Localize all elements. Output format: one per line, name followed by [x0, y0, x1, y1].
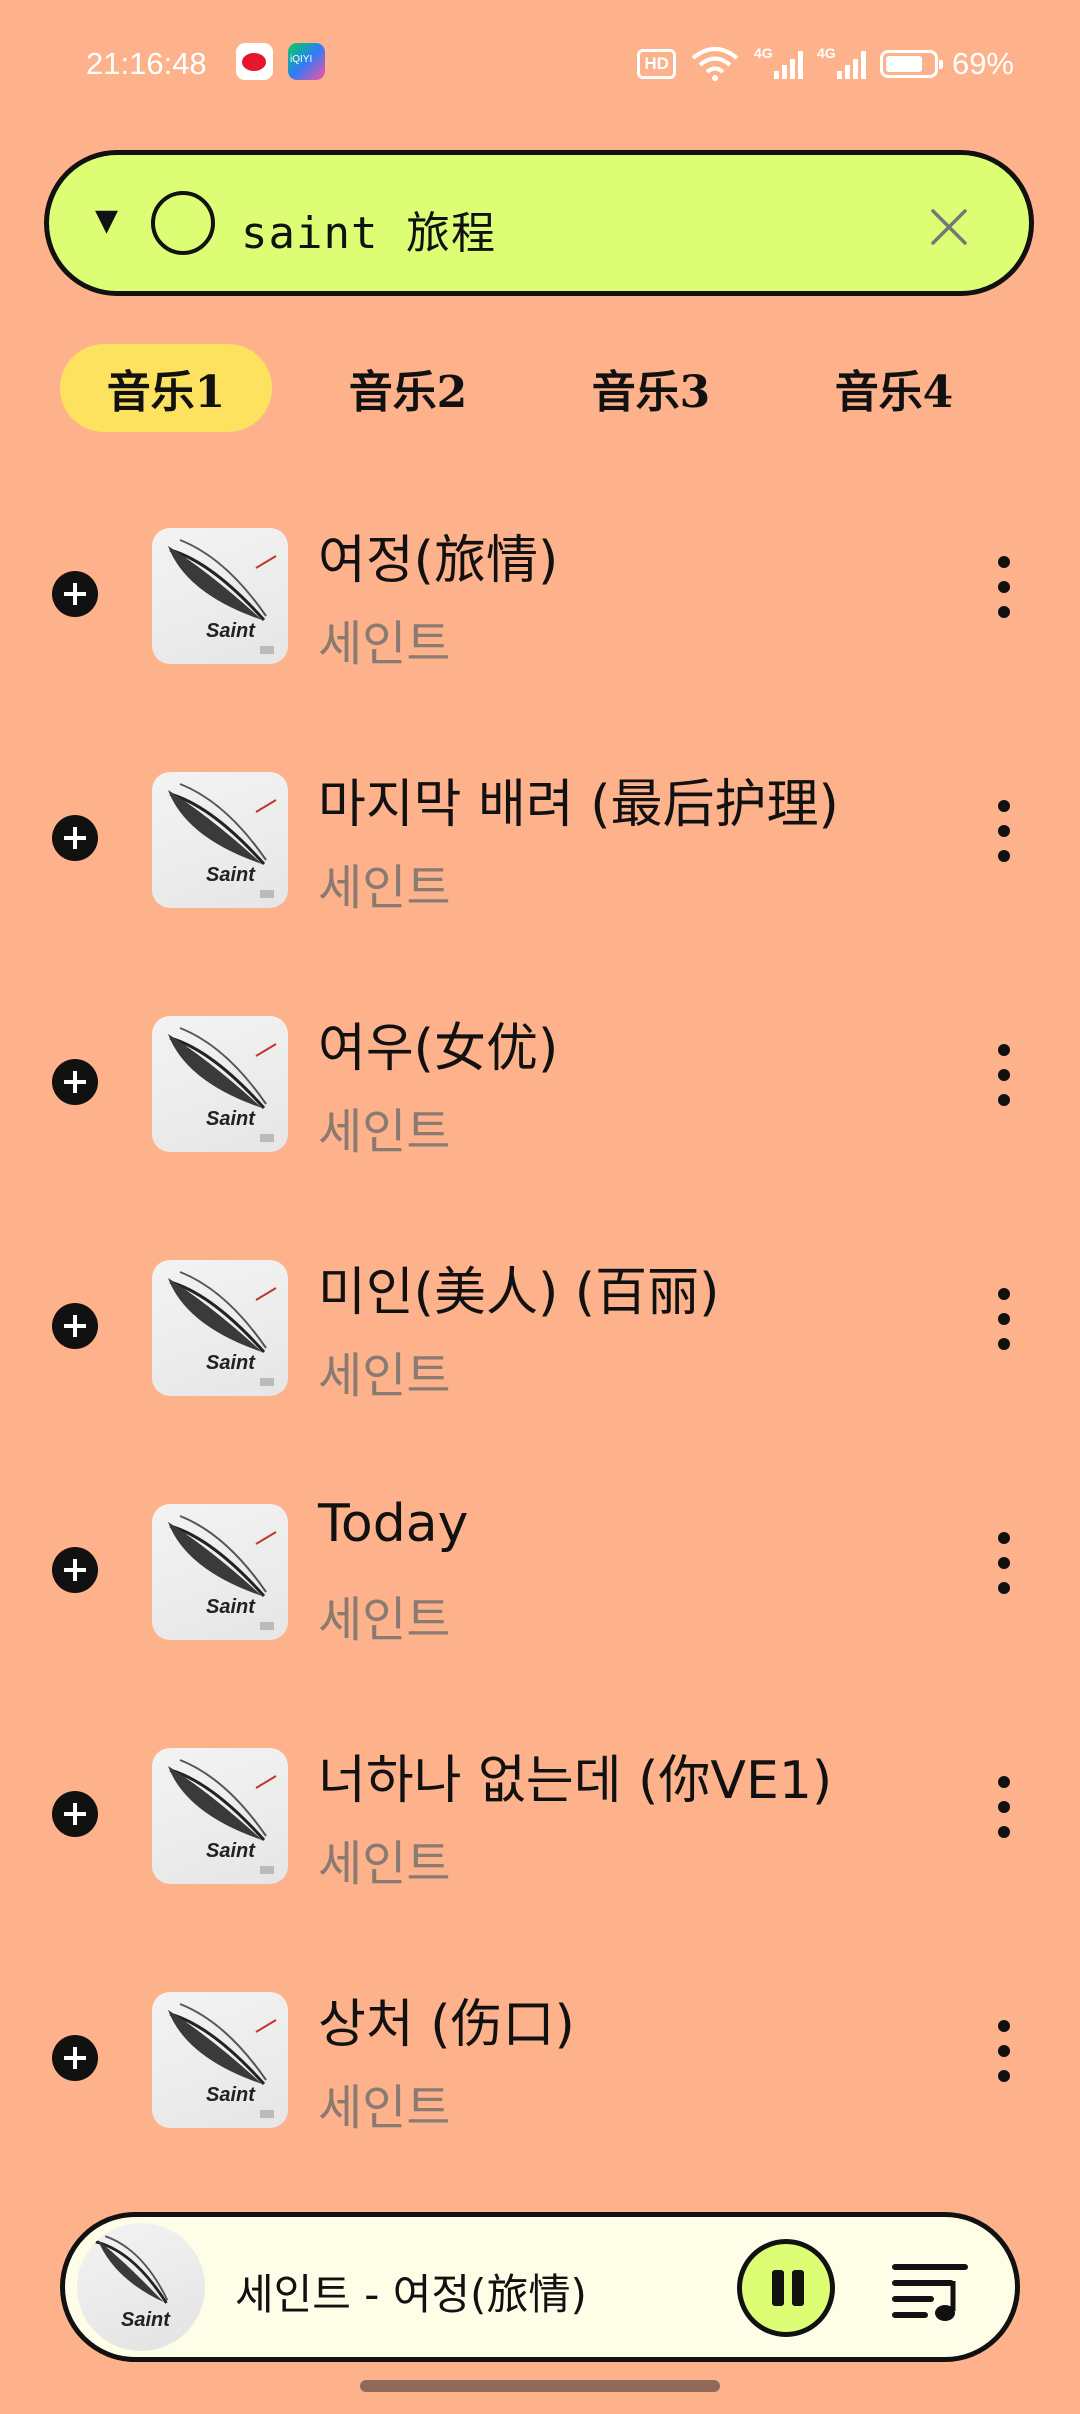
iqiyi-app-icon	[288, 43, 325, 80]
status-bar: 21:16:48 HD 4G 4G 69%	[0, 0, 1080, 130]
more-options-icon[interactable]	[994, 1532, 1014, 1602]
hd-voice-icon: HD	[637, 49, 676, 79]
battery-icon	[879, 50, 943, 78]
home-indicator[interactable]	[360, 2380, 720, 2392]
weibo-app-icon	[236, 43, 273, 80]
more-options-icon[interactable]	[994, 1288, 1014, 1358]
tab-music-3[interactable]: 音乐3	[545, 344, 757, 432]
song-artist: 세인트	[318, 616, 451, 672]
song-title[interactable]: 상처 (伤口)	[318, 1982, 575, 2057]
more-options-icon[interactable]	[994, 1044, 1014, 1114]
album-cover: Saint	[152, 1992, 288, 2128]
more-options-icon[interactable]	[994, 1776, 1014, 1846]
tab-music-2[interactable]: 音乐2	[302, 344, 514, 432]
song-title[interactable]: 너하나 없는데 (你VE1)	[318, 1738, 832, 1813]
add-icon[interactable]	[52, 1791, 98, 1837]
feather-artwork	[168, 783, 277, 898]
dropdown-caret-icon[interactable]: ▼	[95, 203, 118, 238]
feather-artwork	[168, 2003, 277, 2118]
battery-percent: 69%	[951, 46, 1014, 81]
cover-label: Saint	[206, 864, 255, 886]
circle-icon[interactable]	[151, 191, 215, 255]
song-artist: 세인트	[318, 1592, 451, 1648]
mini-player[interactable]: Saint 세인트 - 여정(旅情)	[60, 2212, 1020, 2362]
song-title[interactable]: 미인(美人) (百丽)	[318, 1250, 719, 1325]
song-artist: 세인트	[318, 1104, 451, 1160]
add-icon[interactable]	[52, 1303, 98, 1349]
song-row[interactable]: Saint 너하나 없는데 (你VE1) 세인트	[0, 1738, 1080, 1892]
feather-artwork	[168, 1271, 277, 1386]
song-title[interactable]: 여정(旅情)	[318, 518, 558, 593]
more-options-icon[interactable]	[994, 556, 1014, 626]
album-cover: Saint	[152, 528, 288, 664]
song-row[interactable]: Saint 상처 (伤口) 세인트	[0, 1982, 1080, 2136]
cover-label: Saint	[206, 1596, 255, 1618]
status-indicators: HD 4G 4G 69%	[637, 44, 1014, 84]
feather-artwork	[168, 539, 277, 654]
cover-label: Saint	[206, 1108, 255, 1130]
song-title[interactable]: 마지막 배려 (最后护理)	[318, 762, 839, 837]
now-playing-cover[interactable]: Saint	[77, 2223, 205, 2351]
song-title[interactable]: 여우(女优)	[318, 1006, 558, 1081]
search-bar[interactable]: ▼ saint 旅程	[44, 150, 1034, 296]
add-icon[interactable]	[52, 2035, 98, 2081]
playlist-queue-icon[interactable]	[891, 2259, 971, 2325]
wifi-icon	[691, 47, 739, 81]
add-icon[interactable]	[52, 1547, 98, 1593]
song-row[interactable]: Saint 여우(女优) 세인트	[0, 1006, 1080, 1160]
song-artist: 세인트	[318, 1836, 451, 1892]
song-row[interactable]: Saint 마지막 배려 (最后护理) 세인트	[0, 762, 1080, 916]
cover-label: Saint	[206, 1352, 255, 1374]
music-tabs: 音乐1 音乐2 音乐3 音乐4	[60, 344, 1020, 432]
cell-signal-1-icon: 4G	[754, 45, 803, 79]
song-artist: 세인트	[318, 2080, 451, 2136]
add-icon[interactable]	[52, 815, 98, 861]
add-icon[interactable]	[52, 571, 98, 617]
more-options-icon[interactable]	[994, 2020, 1014, 2090]
feather-artwork	[168, 1027, 277, 1142]
add-icon[interactable]	[52, 1059, 98, 1105]
clear-icon[interactable]	[929, 207, 969, 247]
cover-label: Saint	[206, 2084, 255, 2106]
feather-artwork	[168, 1515, 277, 1630]
cell-signal-2-icon: 4G	[817, 45, 866, 79]
tab-music-1[interactable]: 音乐1	[60, 344, 272, 432]
cover-label: Saint	[206, 620, 255, 642]
song-artist: 세인트	[318, 1348, 451, 1404]
status-time: 21:16:48	[86, 46, 207, 81]
album-cover: Saint	[152, 772, 288, 908]
search-input[interactable]: saint 旅程	[241, 197, 496, 261]
song-row[interactable]: Saint Today 세인트	[0, 1494, 1080, 1648]
cover-label: Saint	[206, 1840, 255, 1862]
pause-button[interactable]	[737, 2239, 835, 2337]
song-row[interactable]: Saint 미인(美人) (百丽) 세인트	[0, 1250, 1080, 1404]
tab-music-4[interactable]: 音乐4	[788, 344, 1000, 432]
more-options-icon[interactable]	[994, 800, 1014, 870]
album-cover: Saint	[152, 1748, 288, 1884]
song-row[interactable]: Saint 여정(旅情) 세인트	[0, 518, 1080, 672]
album-cover: Saint	[152, 1260, 288, 1396]
song-artist: 세인트	[318, 860, 451, 916]
album-cover: Saint	[152, 1016, 288, 1152]
feather-artwork	[168, 1759, 277, 1874]
now-playing-title[interactable]: 세인트 - 여정(旅情)	[235, 2261, 587, 2322]
song-title[interactable]: Today	[318, 1494, 468, 1554]
album-cover: Saint	[152, 1504, 288, 1640]
